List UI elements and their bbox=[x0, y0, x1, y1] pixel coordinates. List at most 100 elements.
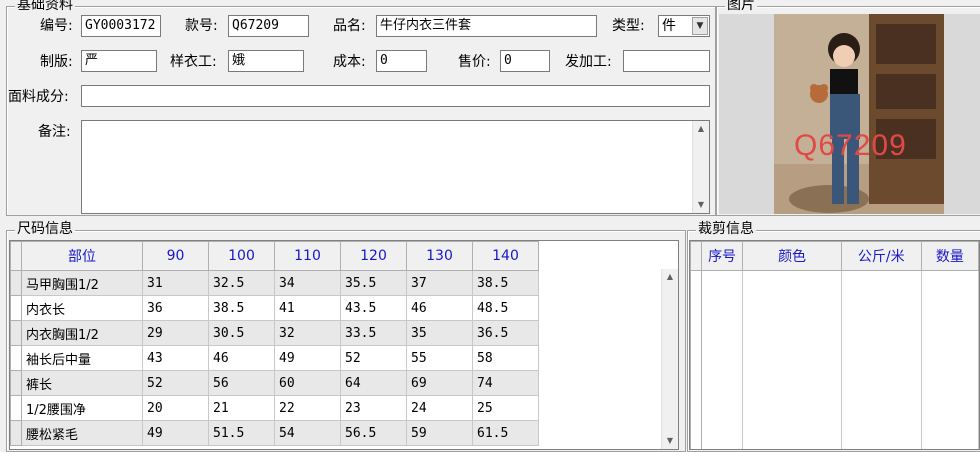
cell[interactable]: 34 bbox=[274, 270, 341, 296]
cell[interactable]: 35.5 bbox=[340, 270, 407, 296]
cell[interactable]: 46 bbox=[208, 345, 275, 371]
cell[interactable]: 25 bbox=[472, 395, 539, 421]
cell[interactable]: 43 bbox=[142, 345, 209, 371]
name-field[interactable]: 牛仔内衣三件套 bbox=[376, 15, 597, 37]
cell[interactable]: 49 bbox=[142, 420, 209, 446]
picture-frame[interactable]: Q67209 bbox=[719, 14, 980, 214]
col-header-quantity[interactable]: 数量 bbox=[920, 241, 979, 271]
cell[interactable]: 48.5 bbox=[472, 295, 539, 321]
row-selector[interactable] bbox=[10, 320, 22, 346]
remark-field[interactable]: ▲ ▼ bbox=[81, 120, 710, 214]
scroll-down-arrow-icon[interactable]: ▼ bbox=[662, 433, 678, 449]
cell[interactable]: 21 bbox=[208, 395, 275, 421]
cell[interactable]: 30.5 bbox=[208, 320, 275, 346]
cell[interactable]: 52 bbox=[142, 370, 209, 396]
table-row[interactable]: 1/2腰围净 20 21 22 23 24 25 bbox=[10, 395, 539, 421]
row-selector[interactable] bbox=[690, 270, 702, 449]
row-selector[interactable] bbox=[10, 420, 22, 446]
cell[interactable]: 36.5 bbox=[472, 320, 539, 346]
row-selector[interactable] bbox=[10, 395, 22, 421]
cell[interactable]: 51.5 bbox=[208, 420, 275, 446]
col-header-90[interactable]: 90 bbox=[142, 241, 209, 271]
cell[interactable]: 56 bbox=[208, 370, 275, 396]
type-select[interactable]: 件 ▼ bbox=[658, 15, 710, 37]
cell[interactable]: 32 bbox=[274, 320, 341, 346]
cell-part[interactable]: 内衣长 bbox=[21, 295, 143, 321]
table-row[interactable]: 内衣长 36 38.5 41 43.5 46 48.5 bbox=[10, 295, 539, 321]
row-selector[interactable] bbox=[10, 295, 22, 321]
col-header-100[interactable]: 100 bbox=[208, 241, 275, 271]
col-header-kg-per-meter[interactable]: 公斤/米 bbox=[840, 241, 922, 271]
col-header-120[interactable]: 120 bbox=[340, 241, 407, 271]
cell[interactable]: 32.5 bbox=[208, 270, 275, 296]
cell[interactable]: 38.5 bbox=[472, 270, 539, 296]
table-row[interactable]: 马甲胸围1/2 31 32.5 34 35.5 37 38.5 bbox=[10, 270, 539, 296]
fabric-field[interactable] bbox=[81, 85, 710, 107]
cell[interactable]: 36 bbox=[142, 295, 209, 321]
size-grid-scrollbar[interactable]: ▲ ▼ bbox=[661, 269, 678, 449]
row-selector[interactable] bbox=[10, 270, 22, 296]
cell[interactable]: 55 bbox=[406, 345, 473, 371]
cell[interactable]: 64 bbox=[340, 370, 407, 396]
cell[interactable]: 33.5 bbox=[340, 320, 407, 346]
cell[interactable]: 49 bbox=[274, 345, 341, 371]
cell-part[interactable]: 袖长后中量 bbox=[21, 345, 143, 371]
cell[interactable]: 54 bbox=[274, 420, 341, 446]
cell[interactable]: 20 bbox=[142, 395, 209, 421]
scroll-down-arrow-icon[interactable]: ▼ bbox=[693, 197, 709, 213]
cell[interactable]: 23 bbox=[340, 395, 407, 421]
cell[interactable] bbox=[742, 270, 842, 449]
cell-part[interactable]: 内衣胸围1/2 bbox=[21, 320, 143, 346]
table-row[interactable]: 袖长后中量 43 46 49 52 55 58 bbox=[10, 345, 539, 371]
style-field[interactable]: Q67209 bbox=[228, 15, 309, 37]
cell-part[interactable]: 马甲胸围1/2 bbox=[21, 270, 143, 296]
cell[interactable] bbox=[700, 270, 744, 449]
col-header-color[interactable]: 颜色 bbox=[742, 241, 842, 271]
row-selector[interactable] bbox=[10, 345, 22, 371]
col-header-part[interactable]: 部位 bbox=[21, 241, 143, 271]
cell[interactable]: 43.5 bbox=[340, 295, 407, 321]
remark-scrollbar[interactable]: ▲ ▼ bbox=[692, 121, 709, 213]
cell[interactable]: 52 bbox=[340, 345, 407, 371]
size-grid[interactable]: 部位 90 100 110 120 130 140 马甲胸围1/2 31 32.… bbox=[9, 240, 679, 450]
col-header-110[interactable]: 110 bbox=[274, 241, 341, 271]
cell-part[interactable]: 腰松紧毛 bbox=[21, 420, 143, 446]
cell[interactable]: 37 bbox=[406, 270, 473, 296]
col-header-seq[interactable]: 序号 bbox=[700, 241, 744, 271]
code-field[interactable]: GY0003172 bbox=[81, 15, 161, 37]
cell[interactable]: 35 bbox=[406, 320, 473, 346]
process-field[interactable] bbox=[623, 50, 710, 72]
cell[interactable]: 38.5 bbox=[208, 295, 275, 321]
row-selector[interactable] bbox=[10, 370, 22, 396]
col-header-140[interactable]: 140 bbox=[472, 241, 539, 271]
cell[interactable]: 29 bbox=[142, 320, 209, 346]
table-row[interactable] bbox=[690, 270, 979, 449]
pattern-field[interactable]: 严 bbox=[81, 50, 157, 72]
cell[interactable]: 31 bbox=[142, 270, 209, 296]
cell[interactable]: 41 bbox=[274, 295, 341, 321]
cell[interactable]: 56.5 bbox=[340, 420, 407, 446]
cut-grid[interactable]: 序号 颜色 公斤/米 数量 bbox=[689, 240, 980, 450]
table-row[interactable]: 内衣胸围1/2 29 30.5 32 33.5 35 36.5 bbox=[10, 320, 539, 346]
cell[interactable]: 74 bbox=[472, 370, 539, 396]
chevron-down-icon[interactable]: ▼ bbox=[692, 17, 708, 35]
cell[interactable]: 58 bbox=[472, 345, 539, 371]
cell[interactable]: 46 bbox=[406, 295, 473, 321]
cell[interactable] bbox=[920, 270, 979, 449]
cell[interactable] bbox=[840, 270, 922, 449]
cell[interactable]: 24 bbox=[406, 395, 473, 421]
table-row[interactable]: 腰松紧毛 49 51.5 54 56.5 59 61.5 bbox=[10, 420, 539, 446]
cell-part[interactable]: 裤长 bbox=[21, 370, 143, 396]
col-header-130[interactable]: 130 bbox=[406, 241, 473, 271]
cell[interactable]: 69 bbox=[406, 370, 473, 396]
table-row[interactable]: 裤长 52 56 60 64 69 74 bbox=[10, 370, 539, 396]
scroll-up-arrow-icon[interactable]: ▲ bbox=[662, 269, 678, 285]
cell[interactable]: 59 bbox=[406, 420, 473, 446]
cell-part[interactable]: 1/2腰围净 bbox=[21, 395, 143, 421]
cell[interactable]: 22 bbox=[274, 395, 341, 421]
cost-field[interactable]: 0 bbox=[376, 50, 427, 72]
sample-field[interactable]: 娥 bbox=[228, 50, 304, 72]
price-field[interactable]: 0 bbox=[500, 50, 550, 72]
cell[interactable]: 60 bbox=[274, 370, 341, 396]
scroll-up-arrow-icon[interactable]: ▲ bbox=[693, 121, 709, 137]
